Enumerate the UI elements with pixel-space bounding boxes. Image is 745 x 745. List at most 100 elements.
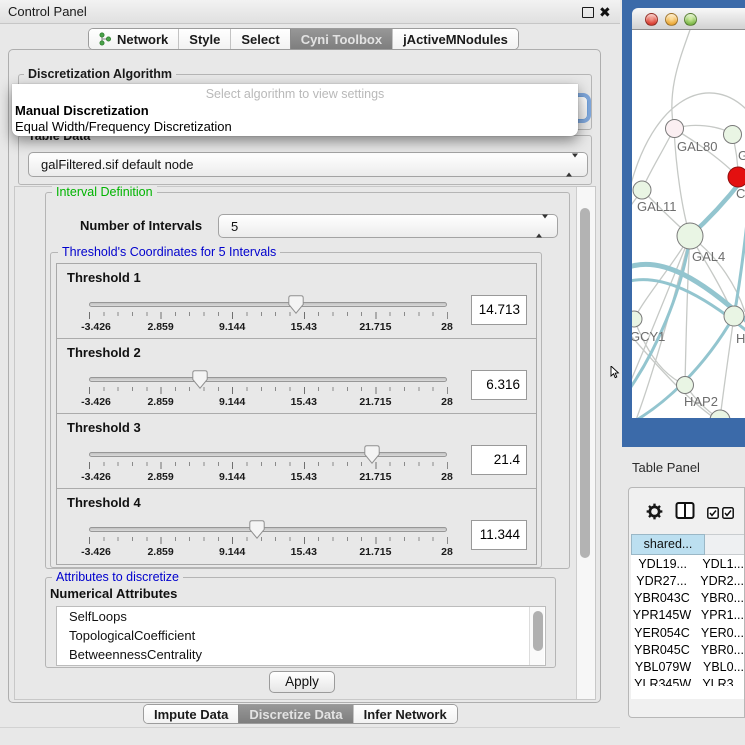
network-node-label: H: [736, 331, 745, 346]
tab-jactivemnodules[interactable]: jActiveMNodules: [392, 29, 518, 49]
tab-network[interactable]: Network: [89, 29, 178, 49]
cell-name[interactable]: YBR0...: [693, 643, 744, 657]
screen: Control Panel ✖ Network Style Select Cyn…: [0, 0, 745, 745]
tab-select[interactable]: Select: [230, 29, 289, 49]
cell-name[interactable]: YLR3...: [694, 677, 744, 686]
network-node[interactable]: [633, 181, 651, 199]
slider-track[interactable]: [89, 377, 447, 382]
slider-thumb[interactable]: [288, 295, 304, 314]
dropdown-option-manual[interactable]: Manual Discretization: [15, 103, 149, 118]
slider-major-ticks: [89, 537, 448, 544]
threshold-value-box[interactable]: 11.344: [471, 520, 527, 550]
top-tab-strip: Network Style Select Cyni Toolbox jActiv…: [88, 28, 519, 50]
slider-tick-label: 21.715: [359, 546, 391, 558]
tab-label: Select: [241, 32, 279, 47]
network-node[interactable]: [632, 311, 642, 327]
slider-thumb[interactable]: [192, 370, 208, 389]
tab-impute-data[interactable]: Impute Data: [144, 705, 238, 723]
threshold-value-box[interactable]: 6.316: [471, 370, 527, 400]
cell-shared-name[interactable]: YPR145W: [631, 608, 693, 622]
cell-shared-name[interactable]: YBR043C: [631, 591, 693, 605]
cell-name[interactable]: YPR1...: [693, 608, 744, 622]
zoom-traffic-light-icon[interactable]: [684, 13, 697, 26]
checkbox-icon[interactable]: [722, 507, 734, 519]
column-header-name[interactable]: n...: [705, 534, 745, 555]
gear-icon[interactable]: [646, 503, 663, 520]
vertical-scrollbar-thumb[interactable]: [580, 208, 590, 558]
cell-name[interactable]: YBR0...: [693, 591, 744, 605]
slider-tick-label: 21.715: [359, 396, 391, 408]
threshold-value-box[interactable]: 14.713: [471, 295, 527, 325]
cell-name[interactable]: YDR2...: [692, 574, 744, 588]
table-row[interactable]: YLR345WYLR3...: [631, 676, 744, 686]
table-row[interactable]: YER054CYER0...: [631, 624, 744, 641]
table-data-combobox[interactable]: galFiltered.sif default node: [28, 152, 588, 177]
checkbox-icon[interactable]: [707, 507, 719, 519]
slider-tick-label: 15.43: [291, 321, 317, 333]
table-row[interactable]: YBL079WYBL0...: [631, 659, 744, 676]
list-scrollbar-thumb[interactable]: [533, 611, 543, 651]
network-node[interactable]: [677, 223, 703, 249]
threshold-value-box[interactable]: 21.4: [471, 445, 527, 475]
network-node[interactable]: [677, 377, 694, 394]
cell-shared-name[interactable]: YDL19...: [631, 557, 694, 571]
tab-style[interactable]: Style: [178, 29, 230, 49]
threshold-label: Threshold 2: [67, 345, 141, 360]
slider-thumb[interactable]: [249, 520, 265, 539]
list-item[interactable]: TopologicalCoefficient: [57, 626, 545, 645]
minimize-traffic-light-icon[interactable]: [665, 13, 678, 26]
network-node[interactable]: [666, 120, 684, 138]
split-columns-icon[interactable]: [675, 501, 695, 521]
network-canvas[interactable]: GAL80GACGAL11GAL4GCY1HHAP2: [632, 30, 745, 418]
threshold-row: Threshold 2 -3.4262.8599.14415.4321.7152…: [57, 339, 536, 414]
discretization-algorithm-group-title: Discretization Algorithm: [24, 67, 176, 81]
threshold-slider[interactable]: -3.4262.8599.14415.4321.71528: [89, 294, 447, 338]
threshold-slider[interactable]: -3.4262.8599.14415.4321.71528: [89, 519, 447, 563]
threshold-rows-container: Threshold 1 -3.4262.8599.14415.4321.7152…: [56, 263, 537, 565]
table-row[interactable]: YDR27...YDR2...: [631, 572, 744, 589]
table-rows[interactable]: YDL19...YDL1...YDR27...YDR2...YBR043CYBR…: [631, 555, 744, 686]
close-traffic-light-icon[interactable]: [645, 13, 658, 26]
tab-infer-network[interactable]: Infer Network: [353, 705, 457, 723]
cell-shared-name[interactable]: YLR345W: [631, 677, 694, 686]
slider-track[interactable]: [89, 527, 447, 532]
tab-label: Impute Data: [154, 707, 228, 722]
threshold-slider[interactable]: -3.4262.8599.14415.4321.71528: [89, 444, 447, 488]
close-icon[interactable]: ✖: [599, 3, 611, 21]
table-row[interactable]: YBR045CYBR0...: [631, 641, 744, 658]
tab-cyni-toolbox[interactable]: Cyni Toolbox: [290, 29, 392, 49]
list-item[interactable]: BetweennessCentrality: [57, 645, 545, 664]
dropdown-option-equal-width[interactable]: Equal Width/Frequency Discretization: [15, 119, 232, 134]
cell-name[interactable]: YBL0...: [695, 660, 744, 674]
network-node[interactable]: [724, 126, 742, 144]
cell-shared-name[interactable]: YDR27...: [631, 574, 692, 588]
threshold-label: Threshold 1: [67, 270, 141, 285]
table-row[interactable]: YPR145WYPR1...: [631, 607, 744, 624]
cell-shared-name[interactable]: YER054C: [631, 626, 693, 640]
column-header-shared-name[interactable]: shared...: [631, 534, 705, 555]
cell-shared-name[interactable]: YBR045C: [631, 643, 693, 657]
cell-shared-name[interactable]: YBL079W: [631, 660, 695, 674]
slider-track[interactable]: [89, 302, 447, 307]
slider-thumb[interactable]: [364, 445, 380, 464]
cell-name[interactable]: YER0...: [693, 626, 744, 640]
bottom-divider: [0, 727, 620, 728]
apply-button[interactable]: Apply: [269, 671, 335, 693]
tab-discretize-data[interactable]: Discretize Data: [238, 705, 352, 723]
threshold-slider[interactable]: -3.4262.8599.14415.4321.71528: [89, 369, 447, 413]
slider-tick-label: 28: [441, 471, 453, 483]
list-scrollbar-track[interactable]: [529, 607, 544, 665]
interval-definition-group-title: Interval Definition: [52, 185, 157, 199]
list-item[interactable]: SelfLoops: [57, 607, 545, 626]
network-node[interactable]: [710, 410, 730, 418]
network-node[interactable]: [724, 306, 744, 326]
cell-name[interactable]: YDL1...: [694, 557, 744, 571]
network-window-titlebar[interactable]: [632, 8, 745, 30]
network-node[interactable]: [728, 167, 745, 187]
numerical-attributes-list[interactable]: SelfLoopsTopologicalCoefficientBetweenne…: [56, 606, 546, 666]
table-row[interactable]: YBR043CYBR0...: [631, 590, 744, 607]
slider-track[interactable]: [89, 452, 447, 457]
float-window-icon[interactable]: [582, 7, 594, 18]
number-of-intervals-combobox[interactable]: 5: [218, 214, 558, 238]
table-row[interactable]: YDL19...YDL1...: [631, 555, 744, 572]
